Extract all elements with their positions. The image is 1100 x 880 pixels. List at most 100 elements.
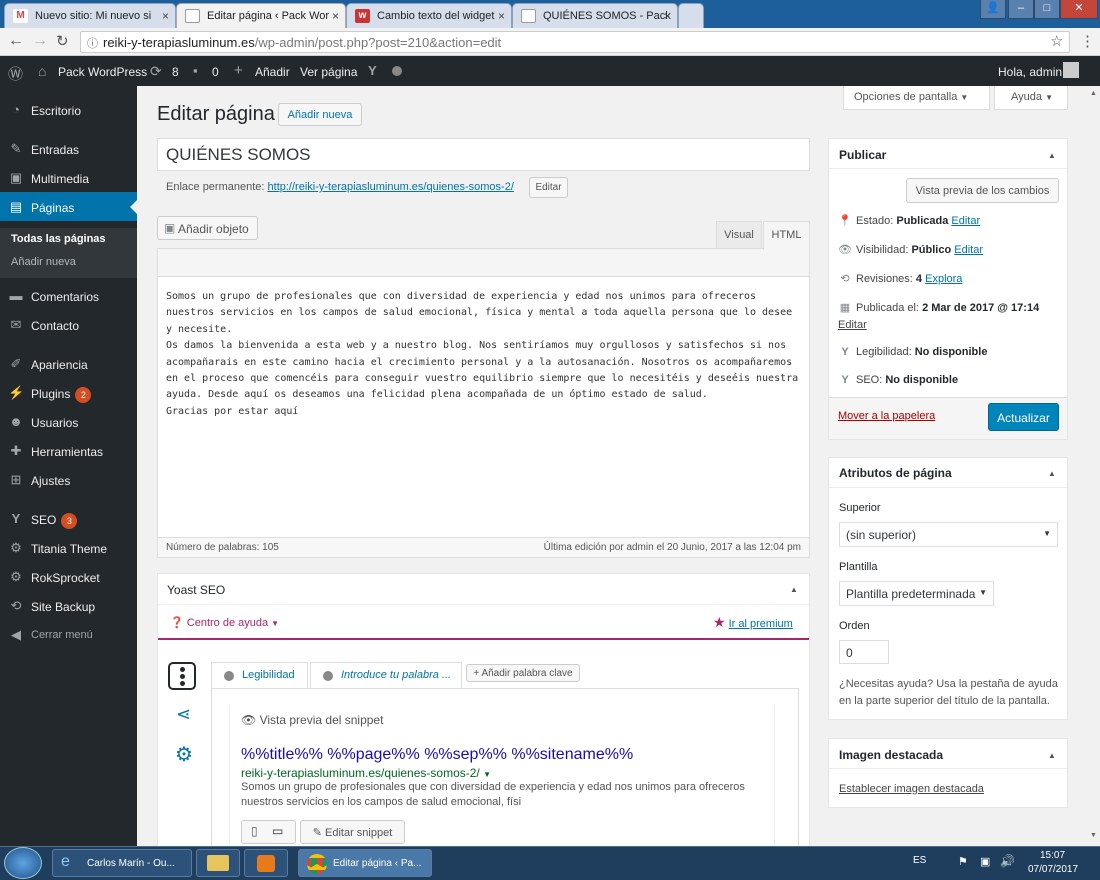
- sidebar-item-comentarios[interactable]: ▬ Comentarios: [0, 281, 137, 310]
- scrollbar[interactable]: ▲ ▼: [1087, 86, 1100, 846]
- sidebar-item-titania-theme[interactable]: ⚙ Titania Theme: [0, 533, 137, 562]
- update-button[interactable]: Actualizar: [988, 403, 1059, 431]
- add-new-page-button[interactable]: Añadir nueva: [278, 103, 362, 126]
- maximize-button[interactable]: □: [1034, 0, 1060, 19]
- flag-icon[interactable]: ⚑: [958, 855, 968, 868]
- published-edit-link[interactable]: Editar: [838, 319, 867, 331]
- edit-snippet-button[interactable]: ✎ Editar snippet: [300, 820, 405, 844]
- collapse-triangle-icon[interactable]: ▲: [1048, 469, 1056, 478]
- network-icon[interactable]: ▣: [980, 855, 990, 868]
- sidebar-item-roksprocket[interactable]: ⚙ RokSprocket: [0, 562, 137, 591]
- sidebar-item-plugins[interactable]: ⚡ Plugins 2: [0, 378, 137, 407]
- template-select[interactable]: Plantilla predeterminada ▼: [839, 581, 994, 606]
- clock-date[interactable]: 07/07/2017: [1028, 864, 1078, 875]
- start-button[interactable]: [4, 847, 42, 879]
- yoast-icon[interactable]: Y: [368, 63, 377, 78]
- set-featured-image-link[interactable]: Establecer imagen destacada: [839, 783, 984, 795]
- close-icon[interactable]: ×: [664, 9, 671, 23]
- sidebar-collapse[interactable]: ◀ Cerrar menú: [0, 620, 137, 649]
- updates-icon[interactable]: ⟳: [150, 63, 162, 80]
- scroll-down-icon[interactable]: ▼: [1090, 832, 1097, 839]
- share-icon[interactable]: ⋖: [176, 704, 191, 725]
- premium-link[interactable]: ★ Ir al premium: [713, 614, 793, 631]
- wordpress-logo-icon[interactable]: Ⓦ: [8, 63, 23, 84]
- collapse-triangle-icon[interactable]: ▲: [1048, 751, 1056, 760]
- tab-keyword[interactable]: Introduce tu palabra ...: [310, 662, 462, 688]
- mobile-icon[interactable]: ▯: [251, 824, 258, 838]
- move-to-trash-link[interactable]: Mover a la papelera: [838, 410, 935, 422]
- taskbar-outlook[interactable]: e Carlos Marín - Ou...: [52, 849, 192, 877]
- parent-select[interactable]: (sin superior) ▼: [839, 522, 1058, 547]
- add-new-link[interactable]: Añadir: [255, 65, 290, 79]
- order-input[interactable]: 0: [839, 640, 889, 664]
- back-icon[interactable]: ←: [8, 32, 24, 50]
- traffic-light-icon[interactable]: [168, 662, 196, 690]
- sidebar-item-contacto[interactable]: ✉ Contacto: [0, 310, 137, 339]
- taskbar-media[interactable]: [244, 849, 288, 877]
- add-keyword-button[interactable]: + Añadir palabra clave: [466, 664, 580, 682]
- status-edit-link[interactable]: Editar: [951, 215, 980, 227]
- sidebar-item-apariencia[interactable]: ✐ Apariencia: [0, 349, 137, 378]
- close-icon[interactable]: ×: [332, 9, 339, 23]
- browser-tab-widget[interactable]: w Cambio texto del widget ×: [346, 3, 512, 28]
- clock-time[interactable]: 15:07: [1040, 850, 1065, 861]
- revisions-link[interactable]: Explora: [925, 273, 962, 285]
- browser-tab-gmail[interactable]: M Nuevo sitio: Mi nuevo si ×: [4, 3, 176, 28]
- content-textarea[interactable]: Somos un grupo de profesionales que con …: [166, 289, 802, 420]
- sidebar-item-paginas[interactable]: ▤ Páginas: [0, 192, 137, 221]
- minimize-button[interactable]: –: [1008, 0, 1034, 19]
- close-icon[interactable]: ×: [498, 9, 505, 23]
- collapse-triangle-icon[interactable]: ▲: [1048, 151, 1056, 160]
- sidebar-item-entradas[interactable]: ✎ Entradas: [0, 134, 137, 163]
- greeting[interactable]: Hola, admin: [998, 65, 1062, 79]
- reload-icon[interactable]: ↻: [56, 32, 69, 50]
- permalink-edit-button[interactable]: Editar: [529, 177, 568, 198]
- comments-count[interactable]: 0: [212, 65, 219, 79]
- bookmark-star-icon[interactable]: ☆: [1050, 32, 1063, 50]
- view-page-link[interactable]: Ver página: [300, 65, 357, 79]
- tab-visual[interactable]: Visual: [716, 221, 762, 249]
- desktop-icon[interactable]: ▭: [272, 824, 283, 838]
- snippet-seo-title[interactable]: %%title%% %%page%% %%sep%% %%sitename%%: [241, 746, 633, 764]
- tab-html[interactable]: HTML: [763, 221, 810, 250]
- sidebar-item-ajustes[interactable]: ⊞ Ajustes: [0, 465, 137, 494]
- sidebar-item-usuarios[interactable]: ☻ Usuarios: [0, 407, 137, 436]
- close-window-button[interactable]: ✕: [1060, 0, 1098, 19]
- updates-count[interactable]: 8: [172, 65, 179, 79]
- gear-icon[interactable]: ⚙: [175, 742, 193, 767]
- snippet-preview-header[interactable]: 👁 Vista previa del snippet: [241, 713, 383, 727]
- help-center-toggle[interactable]: ❓ Centro de ayuda ▼: [170, 616, 279, 629]
- taskbar-chrome[interactable]: Editar página ‹ Pa...: [298, 849, 432, 877]
- sidebar-item-seo[interactable]: Y SEO 3: [0, 504, 137, 533]
- new-tab-button[interactable]: [678, 3, 704, 28]
- submenu-anadir-nueva[interactable]: Añadir nueva: [11, 256, 76, 268]
- browser-tab-edit-page[interactable]: Editar página ‹ Pack Wor ×: [176, 3, 346, 28]
- submenu-todas-paginas[interactable]: Todas las páginas: [11, 233, 106, 245]
- sidebar-item-multimedia[interactable]: ▣ Multimedia: [0, 163, 137, 192]
- post-title-input[interactable]: QUIÉNES SOMOS: [157, 138, 810, 171]
- url-input[interactable]: ⓘ reiki-y-terapiasluminum.es/wp-admin/po…: [80, 31, 1070, 53]
- add-media-button[interactable]: ▣ Añadir objeto: [157, 216, 258, 240]
- site-name-link[interactable]: Pack WordPress: [58, 65, 147, 79]
- help-button[interactable]: Ayuda ▼: [994, 86, 1068, 110]
- comments-icon[interactable]: ▪: [193, 63, 198, 78]
- sidebar-item-site-backup[interactable]: ⟲ Site Backup: [0, 591, 137, 620]
- user-icon[interactable]: 👤: [980, 0, 1006, 19]
- avatar[interactable]: [1063, 62, 1079, 78]
- snippet-url[interactable]: reiki-y-terapiasluminum.es/quienes-somos…: [241, 766, 491, 780]
- screen-options-button[interactable]: Opciones de pantalla ▼: [843, 86, 990, 110]
- language-indicator[interactable]: ES: [913, 855, 926, 866]
- preview-changes-button[interactable]: Vista previa de los cambios: [906, 178, 1059, 203]
- snippet-description[interactable]: Somos un grupo de profesionales que con …: [241, 780, 761, 810]
- close-icon[interactable]: ×: [162, 9, 169, 23]
- sidebar-item-herramientas[interactable]: ✚ Herramientas: [0, 436, 137, 465]
- sidebar-item-escritorio[interactable]: ◔ Escritorio: [0, 95, 137, 124]
- permalink-link[interactable]: http://reiki-y-terapiasluminum.es/quiene…: [268, 181, 514, 193]
- scroll-up-icon[interactable]: ▲: [1090, 90, 1097, 97]
- browser-tab-quienes[interactable]: QUIÉNES SOMOS - Pack ×: [512, 3, 678, 28]
- volume-icon[interactable]: 🔊: [1000, 854, 1015, 868]
- visibility-edit-link[interactable]: Editar: [954, 244, 983, 256]
- collapse-triangle-icon[interactable]: ▲: [790, 585, 798, 594]
- taskbar-explorer[interactable]: [196, 849, 240, 877]
- menu-dots-icon[interactable]: ⋮: [1080, 32, 1095, 50]
